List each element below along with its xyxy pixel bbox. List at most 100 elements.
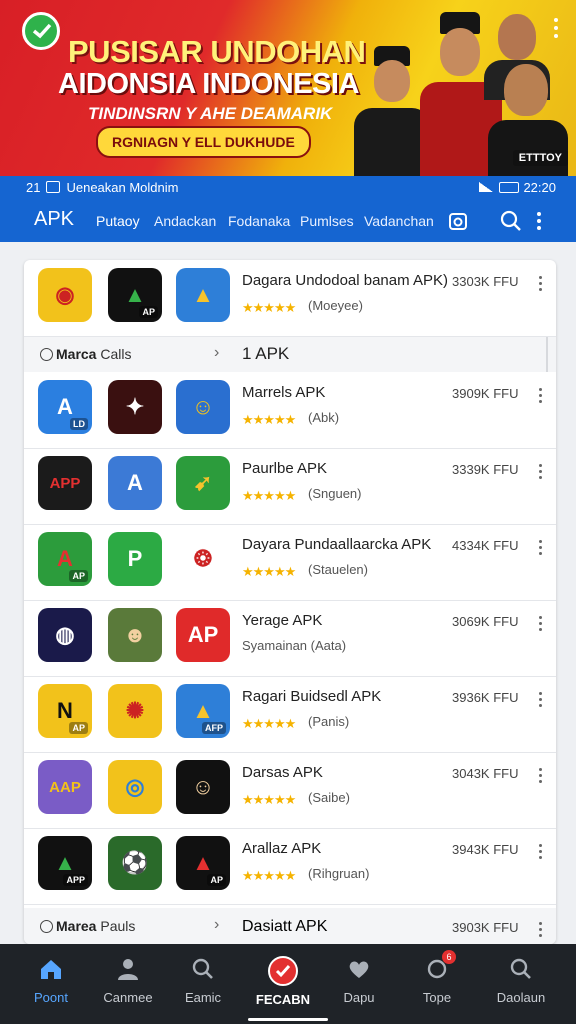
garuda-icon[interactable]: ✺ [108, 684, 162, 738]
app-list-item[interactable]: ◍ ☻ AP Yerage APK Syamainan (Aata) 3069K FFU [24, 600, 556, 676]
app-tag: (Abk) [308, 410, 340, 425]
soccer-icon[interactable]: ⚽ [108, 836, 162, 890]
ap-badge-icon[interactable]: AP [176, 608, 230, 662]
rating-stars: ★★★★★ [242, 300, 296, 315]
app-name[interactable]: Dasiatt APK [242, 918, 327, 936]
more-options-icon[interactable] [539, 540, 542, 558]
nav-item-eamic[interactable]: Eamic [162, 956, 244, 1005]
nav-item-poont[interactable]: Poont [10, 956, 92, 1005]
tab-andackan[interactable]: Andackan [154, 213, 216, 229]
more-options-icon[interactable] [539, 388, 542, 406]
section-label-rest: Calls [96, 346, 132, 362]
notification-icon: 6 [424, 950, 456, 982]
rating-stars: ★★★★★ [242, 868, 296, 883]
carrier-name: Ueneakan Moldnim [66, 180, 179, 195]
app-bar: APK Putaoy Andackan Fodanaka Pumlses Vad… [0, 200, 576, 242]
icon-glyph: ❂ [193, 546, 213, 571]
more-options-icon[interactable] [539, 844, 542, 862]
icon-glyph: ✦ [125, 394, 145, 419]
more-options-icon[interactable] [539, 464, 542, 482]
more-options-icon[interactable] [539, 276, 542, 294]
app-list-item[interactable]: AAP ◎ ☺ Darsas APK ★★★★★ (Saibe) 3043K FFU [24, 752, 556, 828]
app-name[interactable]: Yerage APK [242, 612, 322, 629]
icon-badge: AP [69, 722, 88, 734]
aap-icon[interactable]: AAP [38, 760, 92, 814]
more-options-icon[interactable] [539, 692, 542, 710]
tiger-icon[interactable]: ✦ [108, 380, 162, 434]
face-icon[interactable]: ☻ [108, 608, 162, 662]
icon-glyph: ☺ [191, 774, 215, 799]
chevron-right-icon[interactable]: › [214, 344, 219, 362]
app-name[interactable]: Dagara Undodoal banam APK) [242, 272, 448, 289]
app-name[interactable]: Arallaz APK [242, 840, 321, 857]
drive-icon[interactable]: ▲ AFP [176, 684, 230, 738]
rocket-icon[interactable]: ➹ [176, 456, 230, 510]
a-red-icon[interactable]: A AP [38, 532, 92, 586]
app-icon-group: ▲ APP ⚽ ▲ AP [38, 836, 234, 894]
section-label-rest: Pauls [96, 918, 136, 934]
app-list-item[interactable]: ▲ APP ⚽ ▲ AP Arallaz APK ★★★★★ (Rihgruan) 3943K … [24, 828, 556, 904]
icon-glyph: ⚽ [121, 850, 149, 875]
more-options-icon[interactable] [534, 208, 544, 234]
promo-banner[interactable]: PUSISAR UNDOHAN AIDONSIA INDONESIA TINDI… [0, 0, 576, 176]
check-circle-icon [268, 956, 298, 986]
app-tag: (Snguen) [308, 486, 362, 501]
brand-logo: ETTTOY [512, 150, 568, 166]
app-list-item[interactable]: N AP ✺ ▲ AFP Ragari Buidsedl APK ★★★★★ (Panis) 3… [24, 676, 556, 752]
more-options-icon[interactable] [539, 922, 542, 937]
nav-label: Tope [422, 990, 452, 1005]
app-name[interactable]: Paurlbe APK [242, 460, 327, 477]
seal-icon[interactable]: ❂ [176, 532, 230, 586]
p-logo-icon[interactable]: P [108, 532, 162, 586]
app-list-item[interactable]: ◉ ▲ AP ▲ Dagara Undodoal banam APK) ★★★★★ (Moe… [24, 260, 556, 336]
app-tag: (Rihgruan) [308, 866, 370, 881]
nav-item-tope[interactable]: 6 Tope [396, 950, 478, 1005]
tab-vadanchan[interactable]: Vadanchan [364, 213, 434, 229]
more-options-icon[interactable] [539, 616, 542, 634]
icon-glyph: APP [49, 474, 81, 492]
play-logo-icon[interactable]: ▲ AP [176, 836, 230, 890]
tab-fodanaka[interactable]: Fodanaka [228, 213, 290, 229]
tab-pumlses[interactable]: Pumlses [300, 213, 354, 229]
app-icon-group: ◉ ▲ AP ▲ [38, 268, 234, 326]
banner-menu-icon[interactable] [554, 18, 558, 42]
chevron-right-icon[interactable]: › [214, 916, 219, 934]
app-list-item[interactable]: A AP P ❂ Dayara Pundaallaarcka APK ★★★★★ (Stau… [24, 524, 556, 600]
flag-app-icon[interactable]: APP [38, 456, 92, 510]
portrait-icon[interactable]: ☺ [176, 380, 230, 434]
rating-stars: ★★★★★ [242, 564, 296, 579]
nav-item-fecabn[interactable]: FECABN [242, 956, 324, 1007]
app-list-item[interactable]: A LD ✦ ☺ Marrels APK ★★★★★ (Abk) 3909K FFU [24, 372, 556, 448]
app-list-item[interactable]: APP A ➹ Paurlbe APK ★★★★★ (Snguen) 3339K FFU [24, 448, 556, 524]
nav-item-canmee[interactable]: Canmee [87, 956, 169, 1005]
more-options-icon[interactable] [539, 768, 542, 786]
man-portrait-icon[interactable]: ☺ [176, 760, 230, 814]
app-name[interactable]: Darsas APK [242, 764, 323, 781]
banner-title-secondary: AIDONSIA INDONESIA [58, 68, 359, 100]
tab-putaoy[interactable]: Putaoy [96, 213, 140, 229]
section-header[interactable]: Marca Calls › 1 APK [24, 336, 556, 372]
play-logo-icon[interactable]: ▲ AP [108, 268, 162, 322]
nusa-icon[interactable]: N AP [38, 684, 92, 738]
app-name[interactable]: Marrels APK [242, 384, 325, 401]
icon-badge: AFP [202, 722, 226, 734]
app-name[interactable]: Ragari Buidsedl APK [242, 688, 381, 705]
a-logo-icon[interactable]: A [108, 456, 162, 510]
home-indicator [248, 1018, 328, 1021]
camera-icon[interactable] [446, 208, 472, 234]
play-logo-icon[interactable]: ▲ APP [38, 836, 92, 890]
bottom-navigation: Poont Canmee Eamic FECABN Dapu 6 Tope Daolaun [0, 944, 576, 1024]
nav-item-daolaun[interactable]: Daolaun [480, 956, 562, 1005]
clock-icon [40, 920, 53, 933]
globe-icon[interactable]: ◍ [38, 608, 92, 662]
app-name[interactable]: Dayara Pundaallaarcka APK [242, 536, 431, 553]
a-logo-icon[interactable]: A LD [38, 380, 92, 434]
chrome-icon[interactable]: ◎ [108, 760, 162, 814]
drive-icon[interactable]: ▲ [176, 268, 230, 322]
emblem-icon[interactable]: ◉ [38, 268, 92, 322]
banner-cta[interactable]: RGNIAGN Y ELL DUKHUDE [96, 126, 311, 158]
nav-item-dapu[interactable]: Dapu [318, 956, 400, 1005]
nav-label: Dapu [343, 990, 375, 1005]
rating-stars: ★★★★★ [242, 412, 296, 427]
search-icon[interactable] [498, 208, 524, 234]
